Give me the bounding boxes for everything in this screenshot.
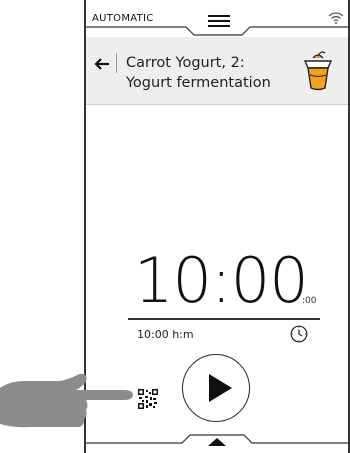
screen-right-edge (348, 0, 350, 453)
clock-icon[interactable] (290, 325, 308, 343)
recipe-title: Carrot Yogurt, 2: Yogurt fermentation (126, 53, 306, 93)
timer-divider (128, 318, 320, 320)
play-button[interactable] (182, 354, 250, 422)
hamburger-menu-icon[interactable] (208, 14, 230, 28)
triangle-up-icon[interactable] (206, 435, 228, 447)
qr-code-icon[interactable] (138, 389, 158, 409)
header-divider (116, 53, 117, 73)
mode-label: AUTOMATIC (92, 13, 154, 24)
wifi-icon (328, 12, 344, 25)
recipe-title-line-1: Carrot Yogurt, 2: (126, 55, 245, 71)
arrow-left-icon[interactable] (94, 57, 110, 71)
yogurt-cup-icon (303, 51, 333, 91)
status-bar: AUTOMATIC (86, 10, 348, 36)
recipe-header: Carrot Yogurt, 2: Yogurt fermentation (86, 37, 348, 105)
timer-seconds: :00 (302, 296, 317, 306)
play-icon (209, 374, 232, 402)
pointing-hand-icon (0, 373, 133, 428)
timer-subtitle: 10:00 h:m (137, 328, 194, 341)
timer-display: 10:00 (134, 244, 309, 317)
recipe-title-line-2: Yogurt fermentation (126, 75, 271, 91)
